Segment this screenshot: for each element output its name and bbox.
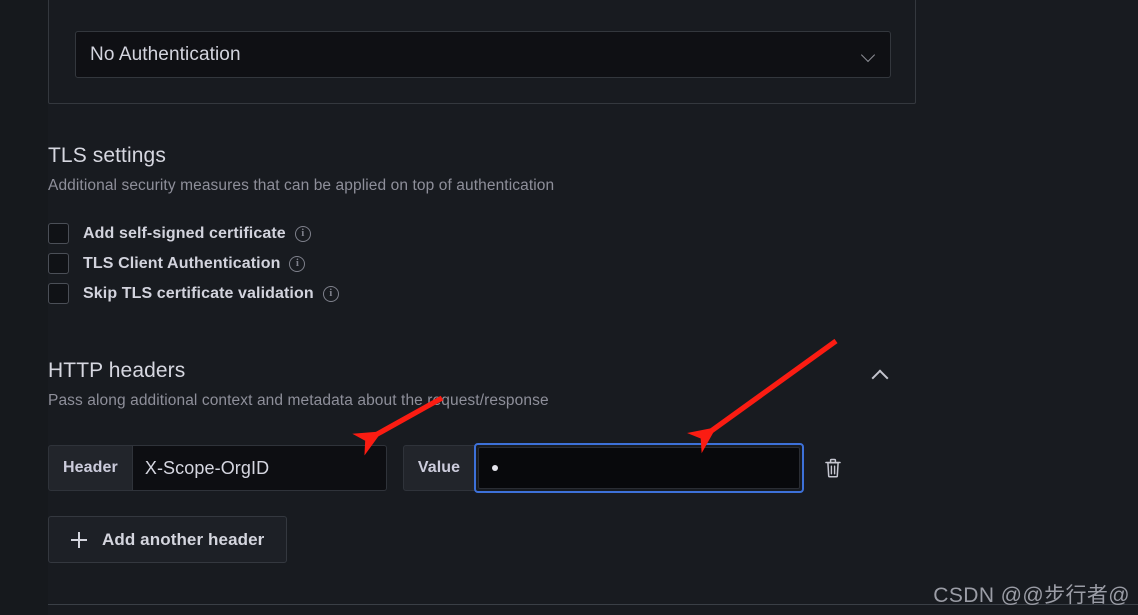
datasource-settings-page: No Authentication TLS settings Additiona… [0, 0, 1138, 615]
http-headers-section: HTTP headers Pass along additional conte… [48, 359, 908, 410]
header-value-input[interactable] [478, 447, 801, 489]
http-header-row: Header X-Scope-OrgID Value [48, 443, 846, 493]
tls-options-list: Add self-signed certificate i TLS Client… [48, 221, 908, 306]
http-headers-title: HTTP headers [48, 359, 186, 382]
chevron-down-icon [862, 48, 876, 62]
tls-settings-description: Additional security measures that can be… [48, 177, 555, 194]
chevron-up-icon [872, 368, 886, 382]
header-value-prefix-label: Value [402, 445, 476, 491]
tls-settings-section: TLS settings Additional security measure… [48, 144, 908, 311]
tls-option-self-signed-certificate[interactable]: Add self-signed certificate i [48, 221, 908, 246]
add-another-header-button[interactable]: Add another header [48, 516, 288, 563]
http-headers-description: Pass along additional context and metada… [48, 392, 549, 409]
tls-option-skip-certificate-validation[interactable]: Skip TLS certificate validation i [48, 281, 908, 306]
header-value-focus-ring [474, 443, 805, 493]
trash-icon [825, 458, 841, 478]
authentication-method-value: No Authentication [90, 43, 241, 65]
tls-option-label: Skip TLS certificate validation [83, 284, 314, 302]
tls-option-label: Add self-signed certificate [83, 224, 286, 242]
checkbox-skip-tls-certificate-validation[interactable] [48, 283, 69, 304]
info-icon[interactable]: i [289, 255, 306, 272]
http-headers-header-row: HTTP headers Pass along additional conte… [48, 359, 893, 410]
add-another-header-label: Add another header [102, 529, 265, 549]
tls-settings-title: TLS settings [48, 144, 166, 167]
watermark-text: CSDN @@步行者@ [933, 584, 1130, 607]
checkbox-self-signed-certificate[interactable] [48, 223, 69, 244]
info-icon[interactable]: i [322, 285, 339, 302]
masked-value-dot [492, 465, 499, 471]
plus-icon [71, 531, 87, 548]
tls-option-label: TLS Client Authentication [83, 254, 281, 272]
delete-header-button[interactable] [820, 453, 846, 483]
tls-option-client-authentication[interactable]: TLS Client Authentication i [48, 251, 908, 276]
header-name-input[interactable]: X-Scope-OrgID [132, 445, 387, 491]
info-icon[interactable]: i [294, 225, 311, 242]
header-value-group: Value [402, 443, 805, 493]
authentication-panel: No Authentication [48, 0, 916, 104]
collapse-http-headers-button[interactable] [865, 361, 893, 389]
header-name-prefix-label: Header [48, 445, 133, 491]
authentication-method-select[interactable]: No Authentication [75, 31, 891, 78]
checkbox-tls-client-authentication[interactable] [48, 253, 69, 274]
